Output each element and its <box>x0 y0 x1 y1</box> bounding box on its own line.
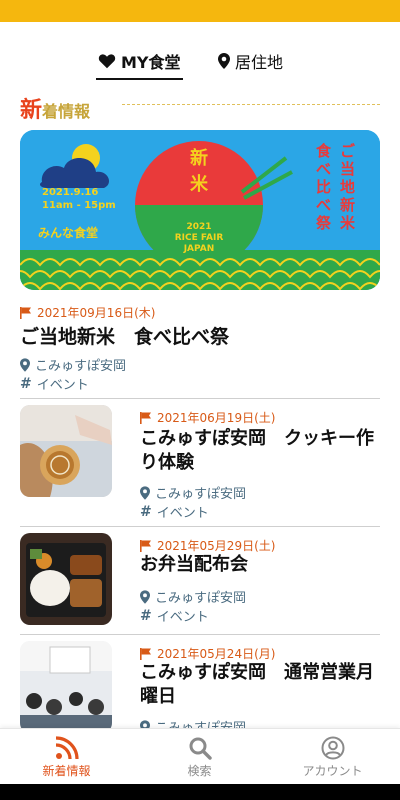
list-item-thumbnail <box>20 533 112 625</box>
hashtag-icon: # <box>20 375 32 392</box>
list-item-place: こみゅすぽ安岡 <box>140 587 246 606</box>
tab-active-indicator <box>96 78 183 80</box>
banner-date: 2021.9.16 <box>42 187 99 198</box>
list-item-tag-text: イベント <box>156 610 209 625</box>
list-item-place-text: こみゅすぽ安岡 <box>155 717 246 728</box>
list-divider <box>20 634 380 635</box>
list-divider <box>20 398 380 399</box>
list-item-tag: # イベント <box>140 502 209 522</box>
banner-country: JAPAN <box>183 244 215 254</box>
list-item-date-text: 2021年05月29日(土) <box>157 539 276 553</box>
map-pin-icon <box>218 53 230 69</box>
banner-logo-text: みんな食堂 <box>38 226 99 240</box>
top-status-bar <box>0 0 400 22</box>
feature-title[interactable]: ご当地新米 食べ比べ祭 <box>20 322 229 349</box>
nav-search[interactable]: 検索 <box>133 729 266 785</box>
feature-date: 2021年09月16日(木) <box>20 304 155 321</box>
list-item-date: 2021年05月24日(月) <box>140 645 275 662</box>
list-item-title: こみゅすぽ安岡 クッキー作り体験 <box>140 428 374 473</box>
system-bottom-bar <box>0 784 400 800</box>
list-divider <box>20 526 380 527</box>
flag-icon <box>20 306 31 319</box>
list-item[interactable]: 2021年06月19日(土) こみゅすぽ安岡 クッキー作り体験 こみゅすぽ安岡 … <box>0 405 400 523</box>
location-pin-icon <box>140 719 150 728</box>
section-title-rest: 着情報 <box>42 102 91 121</box>
list-item-tag-text: イベント <box>156 506 209 521</box>
feature-place: こみゅすぽ安岡 <box>20 355 126 374</box>
feature-date-text: 2021年09月16日(木) <box>37 306 156 320</box>
account-icon <box>321 736 344 759</box>
tab-my-shokudo[interactable]: MY食堂 <box>96 44 183 80</box>
nav-news-label: 新着情報 <box>42 763 91 778</box>
banner-fair-name: RICE FAIR <box>174 233 224 243</box>
list-item-date-text: 2021年06月19日(土) <box>157 411 276 425</box>
banner-bowl-char-2: 米 <box>190 174 208 195</box>
heart-icon <box>98 54 116 69</box>
flag-icon <box>140 647 151 660</box>
location-pin-icon <box>140 589 150 604</box>
section-title-first-char: 新 <box>20 98 43 123</box>
tab-residence-label: 居住地 <box>235 53 284 72</box>
tab-my-label: MY食堂 <box>121 53 181 72</box>
hashtag-icon: # <box>140 607 152 624</box>
nav-news[interactable]: 新着情報 <box>0 729 133 785</box>
list-item-place: こみゅすぽ安岡 <box>140 717 246 728</box>
list-item-date: 2021年06月19日(土) <box>140 409 275 426</box>
feature-place-text: こみゅすぽ安岡 <box>35 359 127 374</box>
banner-year: 2021 <box>186 222 212 232</box>
list-item-title: こみゅすぽ安岡 通常営業月曜日 <box>140 662 374 707</box>
nav-account[interactable]: アカウント <box>266 729 399 785</box>
bottom-navigation: 新着情報 検索 アカウント <box>0 728 400 784</box>
flag-icon <box>140 411 151 424</box>
section-title: 新 着情報 <box>20 92 90 124</box>
hashtag-icon: # <box>140 503 152 520</box>
feature-banner-image[interactable]: 2021.9.16 11am - 15pm みんな食堂 新 米 2021 RIC… <box>20 130 380 290</box>
banner-vertical-text-1: ご当地新米 <box>340 142 356 232</box>
list-item-date: 2021年05月29日(土) <box>140 537 275 554</box>
list-item[interactable]: 2021年05月24日(月) こみゅすぽ安岡 通常営業月曜日 こみゅすぽ安岡 <box>0 641 400 728</box>
banner-time: 11am - 15pm <box>42 200 116 211</box>
list-item-place-text: こみゅすぽ安岡 <box>155 487 247 502</box>
list-item-thumbnail <box>20 405 112 497</box>
section-divider-line <box>122 104 380 105</box>
list-item-title: お弁当配布会 <box>140 554 248 575</box>
search-icon <box>189 737 212 760</box>
banner-vertical-text-2: 食べ比べ祭 <box>316 142 332 232</box>
tab-residence[interactable]: 居住地 <box>218 44 283 78</box>
nav-account-label: アカウント <box>302 763 363 778</box>
list-item-tag: # イベント <box>140 606 209 626</box>
feature-tag-text: イベント <box>36 378 89 393</box>
list-item-place: こみゅすぽ安岡 <box>140 483 246 502</box>
location-pin-icon <box>20 357 30 372</box>
list-item-date-text: 2021年05月24日(月) <box>157 647 276 661</box>
list-item-place-text: こみゅすぽ安岡 <box>155 591 247 606</box>
feature-tag: # イベント <box>20 374 89 394</box>
rss-icon <box>55 735 79 759</box>
flag-icon <box>140 539 151 552</box>
list-item[interactable]: 2021年05月29日(土) お弁当配布会 こみゅすぽ安岡 # イベント <box>0 533 400 629</box>
nav-search-label: 検索 <box>187 763 212 778</box>
tab-bar: MY食堂 居住地 <box>0 44 400 80</box>
list-item-thumbnail <box>20 641 112 728</box>
location-pin-icon <box>140 485 150 500</box>
banner-bowl-char-1: 新 <box>190 148 208 169</box>
